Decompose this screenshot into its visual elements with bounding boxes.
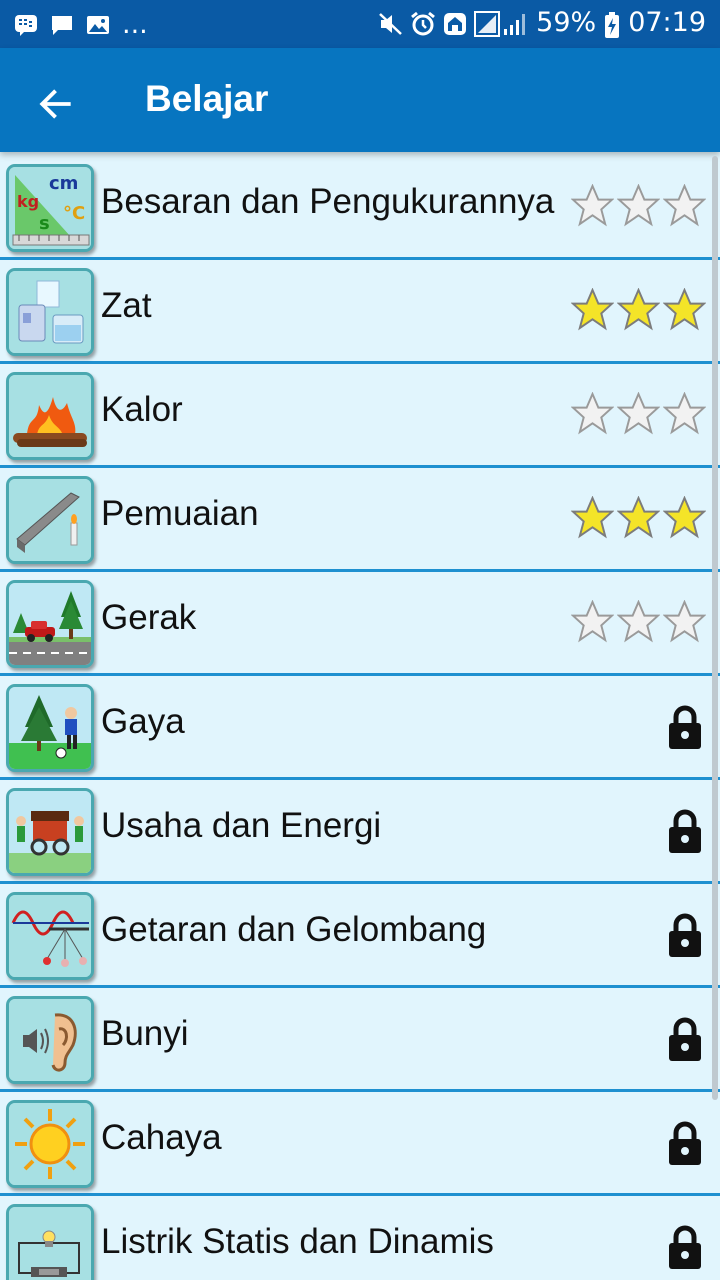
page-title: Belajar [145, 78, 269, 119]
work-energy-icon [6, 788, 94, 876]
clock-time: 07:19 [628, 7, 706, 38]
lock-icon [669, 1121, 701, 1165]
star-empty-icon [617, 392, 660, 435]
fire-icon [6, 372, 94, 460]
lesson-title: Gerak [101, 598, 197, 637]
lesson-row-zat[interactable]: Zat [0, 260, 720, 364]
lesson-row-gaya[interactable]: Gaya [0, 676, 720, 780]
svg-text:s: s [39, 213, 50, 234]
star-filled-icon [617, 288, 660, 331]
lesson-title: Usaha dan Energi [101, 806, 382, 845]
svg-text:kg: kg [17, 192, 39, 211]
lesson-title: Zat [101, 286, 152, 325]
app-bar: Belajar [0, 48, 720, 152]
alarm-icon [410, 11, 436, 36]
star-rating [571, 184, 706, 227]
lesson-title: Gaya [101, 702, 185, 741]
arrow-left-icon [39, 89, 71, 119]
matter-icon [6, 268, 94, 356]
lesson-row-listrik[interactable]: Listrik Statis dan Dinamis [0, 1196, 720, 1280]
more-notifications-text: ... [122, 9, 148, 40]
mute-icon [378, 11, 403, 35]
bbm-icon [14, 13, 38, 37]
lesson-list[interactable]: cm kg s °C Besaran dan Pengukurannya Zat Ka… [0, 156, 720, 1280]
battery-percent: 59% [536, 7, 597, 38]
star-empty-icon [663, 184, 706, 227]
star-filled-icon [571, 288, 614, 331]
force-icon [6, 684, 94, 772]
message-icon [50, 13, 74, 37]
star-rating [571, 288, 706, 331]
lock-icon [669, 1225, 701, 1269]
lesson-row-kalor[interactable]: Kalor [0, 364, 720, 468]
measurement-icon: cm kg s °C [6, 164, 94, 252]
star-empty-icon [571, 184, 614, 227]
lesson-row-usaha[interactable]: Usaha dan Energi [0, 780, 720, 884]
circuit-icon [6, 1204, 94, 1280]
star-filled-icon [571, 496, 614, 539]
star-rating [571, 600, 706, 643]
star-filled-icon [663, 288, 706, 331]
lock-icon [669, 809, 701, 853]
star-filled-icon [617, 496, 660, 539]
gallery-icon [86, 13, 110, 37]
lesson-title: Bunyi [101, 1014, 189, 1053]
star-empty-icon [663, 600, 706, 643]
lesson-row-gerak[interactable]: Gerak [0, 572, 720, 676]
battery-charging-icon [604, 11, 620, 38]
lesson-row-bunyi[interactable]: Bunyi [0, 988, 720, 1092]
car-motion-icon [6, 580, 94, 668]
lesson-title: Pemuaian [101, 494, 259, 533]
home-icon [442, 11, 467, 35]
lock-icon [669, 913, 701, 957]
star-empty-icon [571, 600, 614, 643]
lesson-title: Besaran dan Pengukurannya [101, 182, 555, 221]
lock-icon [669, 1017, 701, 1061]
lesson-title: Cahaya [101, 1118, 222, 1157]
lesson-row-pemuaian[interactable]: Pemuaian [0, 468, 720, 572]
lesson-title: Getaran dan Gelombang [101, 910, 487, 949]
star-filled-icon [663, 496, 706, 539]
star-empty-icon [617, 184, 660, 227]
star-rating [571, 496, 706, 539]
signal-bars-icon [474, 11, 528, 37]
status-bar: ... 59% 07:19 [0, 0, 720, 48]
scrollbar[interactable] [712, 156, 718, 1100]
lesson-row-cahaya[interactable]: Cahaya [0, 1092, 720, 1196]
back-button[interactable] [32, 80, 80, 128]
wave-icon [6, 892, 94, 980]
star-rating [571, 392, 706, 435]
lesson-title: Listrik Statis dan Dinamis [101, 1222, 494, 1261]
expansion-icon [6, 476, 94, 564]
star-empty-icon [571, 392, 614, 435]
ear-sound-icon [6, 996, 94, 1084]
svg-text:cm: cm [49, 173, 78, 194]
sun-icon [6, 1100, 94, 1188]
lesson-row-besaran[interactable]: cm kg s °C Besaran dan Pengukurannya [0, 156, 720, 260]
star-empty-icon [663, 392, 706, 435]
lock-icon [669, 705, 701, 749]
star-empty-icon [617, 600, 660, 643]
lesson-row-getaran[interactable]: Getaran dan Gelombang [0, 884, 720, 988]
lesson-title: Kalor [101, 390, 183, 429]
svg-text:°C: °C [63, 203, 85, 224]
